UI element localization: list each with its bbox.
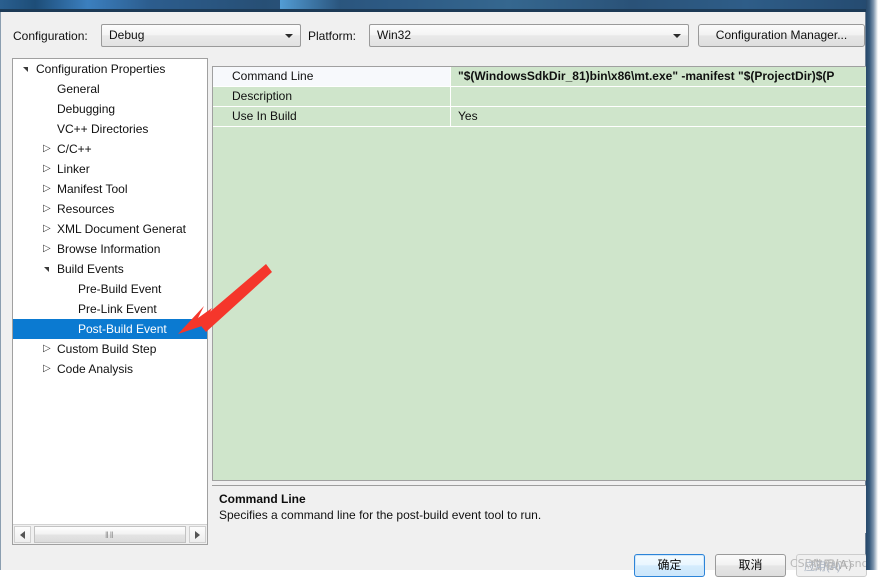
property-grid-empty-area — [213, 127, 867, 480]
property-name: Description — [232, 89, 293, 103]
description-pane: Command Line Specifies a command line fo… — [212, 485, 867, 533]
tree-expander-collapsed-icon[interactable] — [40, 339, 56, 359]
configuration-properties-tree: Configuration Properties General Debugging… — [12, 58, 208, 545]
tree-item-code-analysis[interactable]: Code Analysis — [13, 359, 207, 379]
column-splitter[interactable] — [450, 87, 451, 106]
tree-expander-collapsed-icon[interactable] — [40, 159, 56, 179]
tree-item-label: Debugging — [57, 102, 116, 116]
scroll-left-arrow-icon[interactable] — [14, 526, 31, 543]
scrollbar-thumb[interactable]: ‖‖ — [34, 526, 186, 543]
tree-expander-collapsed-icon[interactable] — [40, 219, 56, 239]
platform-dropdown[interactable]: Win32 — [369, 24, 689, 47]
property-grid-rows: Command Line "$(WindowsSdkDir_81)bin\x86\… — [213, 67, 867, 127]
tree-item-label: Manifest Tool — [57, 182, 128, 196]
tree-item-label: Configuration Properties — [36, 62, 166, 76]
property-pages-window: Configuration: Debug Platform: Win32 Con… — [0, 0, 878, 577]
tree-item-c-c[interactable]: C/C++ — [13, 139, 207, 159]
configuration-value: Debug — [109, 28, 145, 42]
tree-item-label: VC++ Directories — [57, 122, 149, 136]
tree-expander-collapsed-icon[interactable] — [40, 359, 56, 379]
tree-horizontal-scrollbar[interactable]: ‖‖ — [13, 524, 207, 544]
tree-item-label: Pre-Link Event — [78, 302, 157, 316]
tree-item-browse-information[interactable]: Browse Information — [13, 239, 207, 259]
dialog-body: Configuration: Debug Platform: Win32 Con… — [0, 12, 872, 577]
platform-label: Platform: — [308, 29, 357, 43]
property-name: Command Line — [213, 67, 450, 86]
tree-item-label: Linker — [57, 162, 90, 176]
description-title: Command Line — [219, 492, 306, 506]
tree-item-linker[interactable]: Linker — [13, 159, 207, 179]
tree-item-custom-build-step[interactable]: Custom Build Step — [13, 339, 207, 359]
platform-value: Win32 — [377, 28, 412, 42]
tree-expander-collapsed-icon[interactable] — [40, 139, 56, 159]
tree-item-manifest-tool[interactable]: Manifest Tool — [13, 179, 207, 199]
property-value[interactable]: "$(WindowsSdkDir_81)bin\x86\mt.exe" -man… — [451, 67, 867, 86]
tree-item-label: C/C++ — [57, 142, 92, 156]
tree-item-label: Build Events — [57, 262, 124, 276]
configuration-label: Configuration: — [13, 29, 88, 43]
tree-scroll-area[interactable]: Configuration Properties General Debugging… — [13, 59, 207, 524]
tree-expander-expanded-icon[interactable] — [40, 259, 56, 279]
cancel-button[interactable]: 取消 — [715, 554, 786, 577]
tree-item-label: Pre-Build Event — [78, 282, 162, 296]
apply-button: 应用(A) — [796, 554, 867, 577]
property-value[interactable]: Yes — [451, 107, 867, 126]
tree-item-label: Resources — [57, 202, 115, 216]
tree-item-pre-link-event[interactable]: Pre-Link Event — [13, 299, 207, 319]
window-right-shadow — [866, 0, 878, 570]
property-name: Use In Build — [232, 109, 297, 123]
description-text: Specifies a command line for the post-bu… — [219, 508, 542, 522]
tree-item-build-events[interactable]: Build Events — [13, 259, 207, 279]
tree-item-label: Browse Information — [57, 242, 161, 256]
tree-item-label: Custom Build Step — [57, 342, 157, 356]
tree-item-label: General — [57, 82, 100, 96]
property-row[interactable]: Command Line "$(WindowsSdkDir_81)bin\x86\… — [213, 67, 867, 87]
tree-item-xml-document-generat[interactable]: XML Document Generat — [13, 219, 207, 239]
tree-item-post-build-event[interactable]: Post-Build Event — [13, 319, 207, 339]
tree-expander-collapsed-icon[interactable] — [40, 239, 56, 259]
scroll-right-arrow-icon[interactable] — [189, 526, 206, 543]
ok-button[interactable]: 确定 — [634, 554, 705, 577]
tree-item-label: Post-Build Event — [78, 322, 167, 336]
tree-item-label: XML Document Generat — [57, 222, 186, 236]
window-titlebar — [0, 0, 878, 9]
tree-item-general[interactable]: General — [13, 79, 207, 99]
tree-item-debugging[interactable]: Debugging — [13, 99, 207, 119]
property-row[interactable]: Use In Build Yes — [213, 107, 867, 127]
tree-item-vc-directories[interactable]: VC++ Directories — [13, 119, 207, 139]
arrow-right-icon — [195, 531, 200, 539]
tree-expander-collapsed-icon[interactable] — [40, 199, 56, 219]
configuration-dropdown[interactable]: Debug — [101, 24, 301, 47]
titlebar-highlight — [280, 0, 340, 9]
tree-item-pre-build-event[interactable]: Pre-Build Event — [13, 279, 207, 299]
tree-expander-collapsed-icon[interactable] — [40, 179, 56, 199]
configuration-toolbar: Configuration: Debug Platform: Win32 Con… — [1, 18, 865, 54]
scrollbar-grip-icon: ‖‖ — [105, 530, 115, 540]
tree-item-resources[interactable]: Resources — [13, 199, 207, 219]
configuration-manager-button[interactable]: Configuration Manager... — [698, 24, 865, 47]
property-row[interactable]: Description — [213, 87, 867, 107]
tree-expander-expanded-icon[interactable] — [19, 59, 35, 79]
arrow-left-icon — [20, 531, 25, 539]
tree-item-label: Code Analysis — [57, 362, 134, 376]
chevron-down-icon — [285, 34, 293, 38]
property-grid: Command Line "$(WindowsSdkDir_81)bin\x86\… — [212, 66, 867, 481]
tree-item-configuration-properties[interactable]: Configuration Properties — [13, 59, 207, 79]
chevron-down-icon — [673, 34, 681, 38]
